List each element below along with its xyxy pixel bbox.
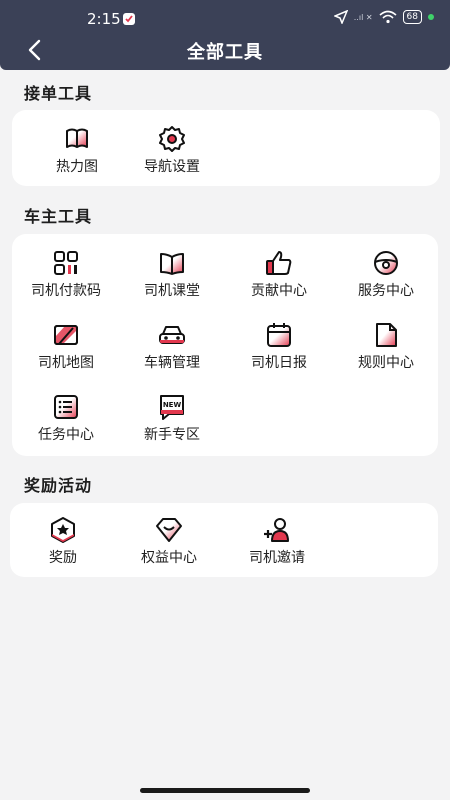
tool-driver-classroom[interactable]: 司机课堂	[117, 248, 227, 300]
tool-vehicle-management[interactable]: 车辆管理	[117, 320, 227, 372]
status-time: 2:15	[87, 10, 121, 28]
location-arrow-icon	[333, 10, 348, 24]
section-title-order-tools: 接单工具	[24, 84, 93, 103]
tool-newbie-zone[interactable]: NEW 新手专区	[117, 392, 227, 444]
steering-wheel-icon	[374, 251, 398, 275]
tool-service-center[interactable]: 服务中心	[331, 248, 441, 300]
tool-task-center[interactable]: 任务中心	[11, 392, 121, 444]
tool-rules-center[interactable]: 规则中心	[331, 320, 441, 372]
tool-driver-invitation[interactable]: 司机邀请	[222, 515, 332, 567]
signal-text: ..ıl ✕	[353, 12, 373, 22]
gear-icon	[159, 126, 185, 152]
tool-label: 车辆管理	[144, 355, 200, 371]
open-book-icon	[160, 253, 184, 275]
tool-navigation-settings[interactable]: 导航设置	[117, 124, 227, 176]
tool-label: 权益中心	[141, 550, 197, 566]
thumbs-up-icon	[266, 251, 292, 275]
add-user-icon	[264, 518, 289, 542]
tool-label: 贡献中心	[251, 283, 307, 299]
app-notification-icon	[123, 13, 135, 25]
tool-label: 司机地图	[38, 355, 94, 371]
header: 2:15 ..ıl ✕ 68 全部工具	[0, 0, 450, 70]
tool-label: 规则中心	[358, 355, 414, 371]
tool-rewards[interactable]: 奖励	[8, 515, 118, 567]
battery-indicator: 68	[402, 10, 422, 24]
home-indicator[interactable]	[140, 788, 310, 793]
tool-heatmap[interactable]: 热力图	[22, 124, 132, 176]
tool-label: 司机课堂	[144, 283, 200, 299]
svg-text:NEW: NEW	[163, 401, 182, 409]
tool-label: 热力图	[56, 159, 98, 175]
calendar-icon	[267, 323, 291, 347]
checklist-icon	[54, 395, 78, 419]
status-bar: 2:15 ..ıl ✕ 68	[0, 0, 450, 38]
qr-code-icon	[54, 251, 78, 275]
tool-label: 奖励	[49, 550, 77, 566]
car-icon	[159, 326, 185, 344]
section-title-owner-tools: 车主工具	[24, 207, 93, 226]
document-icon	[376, 323, 397, 347]
tool-label: 司机邀请	[249, 550, 305, 566]
map-icon	[54, 325, 78, 345]
tool-label: 任务中心	[38, 427, 94, 443]
tool-driver-payment-code[interactable]: 司机付款码	[11, 248, 121, 300]
tool-label: 导航设置	[144, 159, 200, 175]
owner-tools-card: 司机付款码 司机课堂 贡献中心 服务中心 司机地图 车辆管理 司机日报 规则中心…	[12, 234, 438, 456]
map-book-icon	[66, 128, 88, 148]
page-title: 全部工具	[187, 42, 263, 63]
star-badge-icon	[51, 517, 75, 543]
reward-activities-card: 奖励 权益中心 司机邀请	[10, 503, 438, 577]
tool-label: 司机日报	[251, 355, 307, 371]
tool-driver-daily-report[interactable]: 司机日报	[224, 320, 334, 372]
tool-contribution-center[interactable]: 贡献中心	[224, 248, 334, 300]
heart-shield-icon	[156, 518, 182, 542]
wifi-icon	[379, 10, 397, 24]
order-tools-card: 热力图 导航设置	[12, 110, 440, 186]
tool-label: 新手专区	[144, 427, 200, 443]
tool-label: 司机付款码	[31, 283, 101, 299]
tool-label: 服务中心	[358, 283, 414, 299]
privacy-dot	[428, 14, 434, 20]
tool-driver-map[interactable]: 司机地图	[11, 320, 121, 372]
tool-benefits-center[interactable]: 权益中心	[114, 515, 224, 567]
new-badge-icon: NEW	[160, 395, 184, 420]
section-title-reward-activities: 奖励活动	[24, 476, 93, 495]
